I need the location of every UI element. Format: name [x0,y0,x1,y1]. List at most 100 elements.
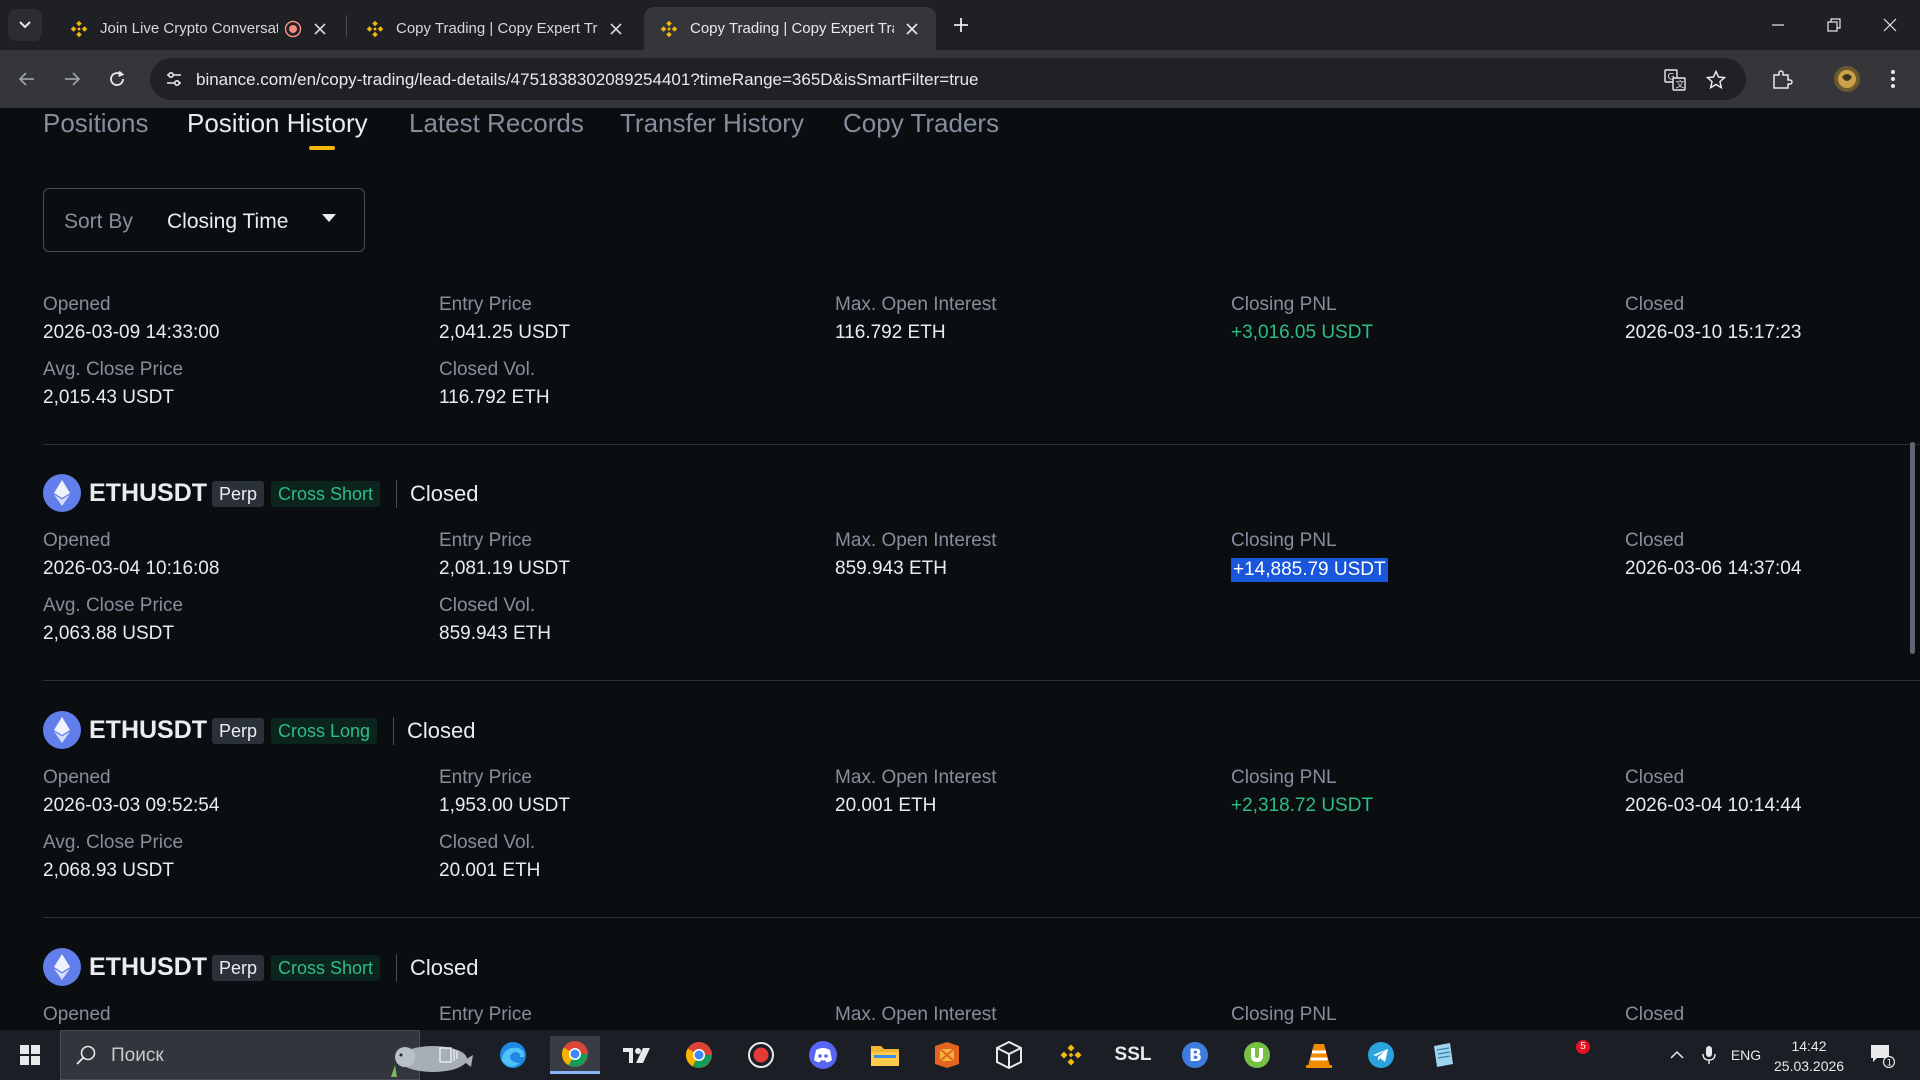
closing-pnl-field: Closing PNL +3,016.05 USDT [1231,294,1373,344]
taskbar-edge[interactable] [488,1036,538,1074]
symbol-name[interactable]: ETHUSDT [89,716,207,745]
symbol-name[interactable]: ETHUSDT [89,953,207,982]
vlc-icon [1306,1044,1332,1068]
reload-icon [110,70,125,86]
chevron-down-icon [19,21,31,29]
max-open-interest-field: Max. Open Interest 859.943 ETH [835,530,997,580]
address-bar[interactable]: binance.com/en/copy-trading/lead-details… [150,58,1746,100]
perp-badge: Perp [212,718,265,744]
closing-pnl-value: +2,318.72 USDT [1231,795,1374,816]
field-label: Closing PNL [1231,767,1337,788]
sort-by-dropdown[interactable]: Sort By Closing Time [43,188,365,252]
new-tab-button[interactable] [944,12,978,38]
office-icon [935,1042,959,1068]
action-center-button[interactable]: 1 [1862,1030,1902,1080]
caret-down-icon [322,214,336,222]
taskbar-tradingview[interactable] [612,1036,662,1074]
entry-price-field: Entry Price 2,081.19 USDT [439,530,570,580]
taskbar-binance[interactable] [1046,1036,1096,1074]
taskbar-discord[interactable] [798,1036,848,1074]
binance-icon [366,20,384,37]
reload-button[interactable] [102,64,132,94]
taskbar-telegram[interactable] [1356,1036,1406,1074]
taskbar-ssl[interactable]: SSL [1108,1036,1158,1074]
ssl-label: SSL [1114,1044,1152,1065]
b-app-icon: B [1182,1042,1208,1068]
show-hidden-icons-button[interactable] [1662,1030,1692,1080]
task-view-icon [439,1047,458,1063]
taskbar-b-app[interactable]: B [1170,1036,1220,1074]
translate-button[interactable]: G文 [1662,67,1688,93]
close-tab-button[interactable] [902,19,922,39]
site-info-button[interactable] [160,65,188,93]
forward-button[interactable] [57,64,87,94]
browser-tab-2[interactable]: Copy Trading | Copy Expert Tra [350,7,640,50]
svg-text:B: B [1189,1046,1202,1066]
tab-title: Copy Trading | Copy Expert Tra [396,20,598,37]
translate-icon: G文 [1664,69,1686,91]
browser-tab-1[interactable]: Join Live Crypto Conversati [54,7,344,50]
tab-transfer-history[interactable]: Transfer History [620,108,804,139]
closed-vol-field: Closed Vol. 859.943 ETH [439,595,551,645]
page-scrollbar[interactable] [1910,442,1915,654]
taskbar-vlc[interactable] [1294,1036,1344,1074]
clock-time: 14:42 [1791,1038,1827,1054]
symbol-name[interactable]: ETHUSDT [89,479,207,508]
windows-logo-icon [20,1045,40,1065]
entry-price-value: 2,081.19 USDT [439,558,570,579]
eth-coin-icon [43,948,81,986]
close-window-button[interactable] [1862,0,1918,50]
url-text[interactable]: binance.com/en/copy-trading/lead-details… [196,70,979,90]
tune-icon [167,71,181,87]
browser-menu-button[interactable] [1878,64,1908,94]
task-view-button[interactable] [424,1036,474,1074]
language-label: ENG [1730,1047,1762,1063]
binance-icon [660,20,678,37]
microphone-button[interactable] [1694,1030,1724,1080]
arrow-left-icon [18,72,34,86]
close-icon [1883,18,1897,32]
windows-taskbar: Поиск SSL B ENG 14:42 25.03.2026 1 [0,1030,1920,1080]
profile-avatar[interactable] [1832,64,1862,94]
chevron-up-icon [1670,1050,1684,1059]
direction-badge: Cross Long [271,718,378,744]
status-label: Closed [407,718,476,743]
tab-copy-traders[interactable]: Copy Traders [843,108,999,139]
taskbar-search-box[interactable]: Поиск [60,1030,473,1080]
taskbar-recorder[interactable] [736,1036,786,1074]
closed-field: Closed 2026-03-06 14:37:04 [1625,530,1801,580]
taskbar-chrome-active[interactable] [550,1036,600,1074]
field-label: Max. Open Interest [835,294,997,315]
close-tab-button[interactable] [606,19,626,39]
minimize-button[interactable] [1750,0,1806,50]
chrome-icon [561,1040,588,1067]
restore-icon [1827,18,1841,32]
taskbar-office[interactable] [922,1036,972,1074]
taskbar-utorrent[interactable] [1232,1036,1282,1074]
arrow-right-icon [65,72,81,86]
svg-text:文: 文 [1676,79,1685,91]
taskbar-file-explorer[interactable] [860,1036,910,1074]
taskbar-notepad[interactable] [1418,1036,1468,1074]
browser-tab-bar: Join Live Crypto Conversati Copy Trading… [0,0,1920,50]
taskbar-box-app[interactable] [984,1036,1034,1074]
extensions-button[interactable] [1767,64,1797,94]
taskbar-chrome[interactable] [674,1036,724,1074]
discord-icon [809,1041,837,1069]
action-center-count: 1 [1887,1059,1893,1069]
language-indicator[interactable]: ENG [1726,1030,1766,1080]
taskbar-clock[interactable]: 14:42 25.03.2026 [1774,1036,1844,1076]
field-label: Closed [1625,294,1685,315]
tab-search-button[interactable] [8,9,42,41]
browser-tab-3-active[interactable]: Copy Trading | Copy Expert Tra [644,7,936,50]
close-tab-button[interactable] [310,19,330,39]
back-button[interactable] [12,64,42,94]
tab-positions[interactable]: Positions [43,108,149,139]
more-vertical-icon [1891,70,1895,88]
record-header: ETHUSDT Perp Cross Short Closed [43,948,843,988]
start-button[interactable] [10,1039,50,1071]
tab-latest-records[interactable]: Latest Records [409,108,584,139]
tab-position-history[interactable]: Position History [187,108,368,139]
bookmark-button[interactable] [1703,67,1729,93]
restore-button[interactable] [1806,0,1862,50]
